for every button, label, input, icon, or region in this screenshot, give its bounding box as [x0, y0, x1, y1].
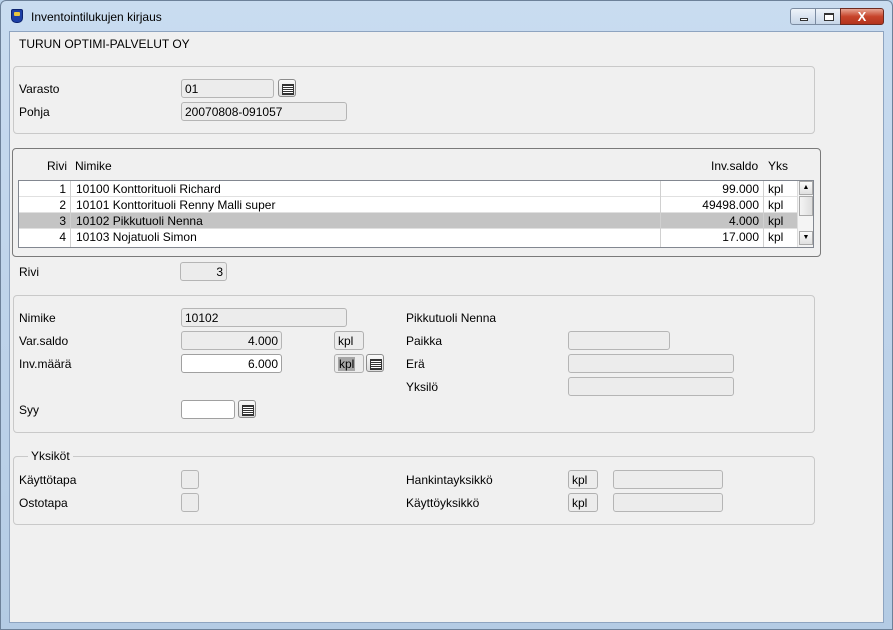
rivi-label: Rivi — [19, 265, 39, 279]
row-yks: kpl — [768, 198, 784, 212]
row-yks: kpl — [768, 230, 784, 244]
kayttoyksikko-extra-field — [613, 493, 723, 512]
var-saldo-label: Var.saldo — [19, 334, 69, 348]
var-saldo-unit: kpl — [334, 331, 364, 350]
header-group: Varasto 01 Pohja 20070808-091057 — [13, 66, 815, 134]
table-row[interactable]: 1 10100 Konttorituoli Richard 99.000 kpl — [19, 181, 797, 197]
window-title: Inventointilukujen kirjaus — [31, 10, 162, 24]
table-row[interactable]: 2 10101 Konttorituoli Renny Malli super … — [19, 197, 797, 213]
scroll-down-icon[interactable]: ▼ — [799, 231, 813, 245]
col-header-rivi: Rivi — [47, 159, 67, 173]
var-saldo-field: 4.000 — [181, 331, 282, 350]
ostotapa-field[interactable] — [181, 493, 199, 512]
row-rivi: 3 — [59, 214, 66, 228]
inv-maara-unit-text: kpl — [338, 357, 356, 371]
era-label: Erä — [406, 357, 425, 371]
app-window: Inventointilukujen kirjaus X TURUN OPTIM… — [0, 0, 893, 630]
table-row-selected[interactable]: 3 10102 Pikkutuoli Nenna 4.000 kpl — [19, 213, 797, 229]
company-name: TURUN OPTIMI-PALVELUT OY — [19, 37, 190, 51]
syy-input[interactable] — [181, 400, 235, 419]
column-divider — [763, 181, 764, 247]
minimize-icon — [800, 18, 808, 21]
rivi-field[interactable]: 3 — [180, 262, 227, 281]
maximize-button[interactable] — [815, 8, 841, 25]
row-nimike: 10100 Konttorituoli Richard — [76, 182, 221, 196]
row-yks: kpl — [768, 182, 784, 196]
row-divider — [19, 212, 797, 213]
column-divider — [660, 181, 661, 247]
paikka-field[interactable] — [568, 331, 670, 350]
yksilo-field[interactable] — [568, 377, 734, 396]
nimike-name-text: Pikkutuoli Nenna — [406, 311, 497, 325]
rows-grid-group: Rivi Nimike Inv.saldo Yks 1 10100 Kontto… — [12, 148, 821, 257]
hankintayksikko-extra-field — [613, 470, 723, 489]
scroll-up-icon[interactable]: ▲ — [799, 181, 813, 195]
detail-group: Nimike 10102 Pikkutuoli Nenna Var.saldo … — [13, 295, 815, 433]
row-yks: kpl — [768, 214, 784, 228]
rows-grid[interactable]: 1 10100 Konttorituoli Richard 99.000 kpl… — [18, 180, 814, 248]
pohja-field[interactable]: 20070808-091057 — [181, 102, 347, 121]
maximize-icon — [824, 13, 834, 21]
row-nimike: 10101 Konttorituoli Renny Malli super — [76, 198, 276, 212]
yksilo-label: Yksilö — [406, 380, 439, 394]
title-bar[interactable]: Inventointilukujen kirjaus X — [1, 1, 892, 31]
row-inv-saldo: 17.000 — [722, 230, 759, 244]
app-shield-icon — [11, 9, 23, 23]
nimike-label: Nimike — [19, 311, 56, 325]
row-nimike: 10102 Pikkutuoli Nenna — [76, 214, 203, 228]
ostotapa-label: Ostotapa — [19, 496, 68, 510]
pohja-label: Pohja — [19, 105, 50, 119]
window-controls: X — [790, 8, 884, 25]
scroll-thumb[interactable] — [799, 196, 813, 216]
col-header-nimike: Nimike — [75, 159, 112, 173]
row-divider — [19, 196, 797, 197]
hankintayksikko-field[interactable]: kpl — [568, 470, 598, 489]
table-row[interactable]: 4 10103 Nojatuoli Simon 17.000 kpl — [19, 229, 797, 245]
client-area: TURUN OPTIMI-PALVELUT OY Varasto 01 Pohj… — [9, 31, 884, 623]
era-field[interactable] — [568, 354, 734, 373]
unit-lookup-button[interactable] — [366, 354, 384, 372]
row-divider — [19, 228, 797, 229]
units-legend: Yksiköt — [28, 449, 73, 463]
varasto-lookup-button[interactable] — [278, 79, 296, 97]
kayttoyksikko-field[interactable]: kpl — [568, 493, 598, 512]
inv-maara-input[interactable]: 6.000 — [181, 354, 282, 373]
col-header-yks: Yks — [768, 159, 789, 173]
row-rivi: 2 — [59, 198, 66, 212]
row-rivi: 4 — [59, 230, 66, 244]
kayttotapa-field[interactable] — [181, 470, 199, 489]
inv-maara-unit[interactable]: kpl — [334, 354, 364, 373]
row-inv-saldo: 99.000 — [722, 182, 759, 196]
row-inv-saldo: 4.000 — [728, 214, 759, 228]
varasto-field[interactable]: 01 — [181, 79, 274, 98]
kayttoyksikko-label: Käyttöyksikkö — [406, 496, 480, 510]
nimike-field[interactable]: 10102 — [181, 308, 347, 327]
syy-lookup-button[interactable] — [238, 400, 256, 418]
row-rivi: 1 — [59, 182, 66, 196]
syy-label: Syy — [19, 403, 40, 417]
minimize-button[interactable] — [790, 8, 816, 25]
grid-vertical-scrollbar[interactable]: ▲ ▼ — [797, 181, 813, 247]
col-header-inv-saldo: Inv.saldo — [711, 159, 759, 173]
close-button[interactable]: X — [840, 8, 884, 25]
row-inv-saldo: 49498.000 — [702, 198, 759, 212]
varasto-label: Varasto — [19, 82, 60, 96]
hankintayksikko-label: Hankintayksikkö — [406, 473, 493, 487]
units-group: Yksiköt Käyttötapa Ostotapa Hankintayksi… — [13, 449, 815, 525]
inv-maara-label: Inv.määrä — [19, 357, 72, 371]
column-divider — [70, 181, 71, 247]
row-nimike: 10103 Nojatuoli Simon — [76, 230, 197, 244]
kayttotapa-label: Käyttötapa — [19, 473, 77, 487]
paikka-label: Paikka — [406, 334, 443, 348]
